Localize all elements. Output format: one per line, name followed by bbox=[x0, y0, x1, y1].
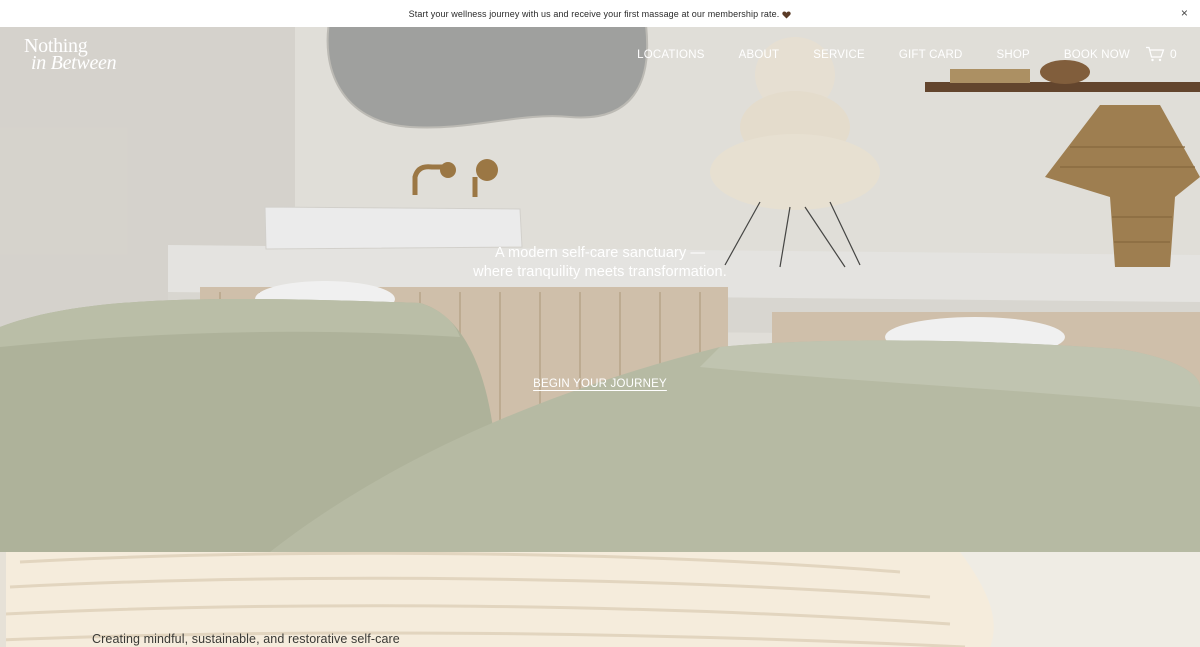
nav-about[interactable]: ABOUT bbox=[739, 49, 780, 61]
nav-service[interactable]: SERVICE bbox=[813, 49, 865, 61]
hero-tagline-line-1: A modern self-care sanctuary — bbox=[494, 245, 706, 261]
heart-icon bbox=[782, 10, 792, 19]
hero-section bbox=[0, 27, 1200, 552]
cart-count: 0 bbox=[1170, 47, 1177, 61]
close-announcement-button[interactable]: × bbox=[1181, 6, 1188, 20]
nav-shop[interactable]: SHOP bbox=[996, 49, 1029, 61]
cart-button[interactable]: 0 bbox=[1145, 46, 1177, 62]
hero-cta: BEGIN YOUR JOURNEY bbox=[0, 374, 1200, 392]
logo-line-2: in Between bbox=[31, 52, 117, 74]
main-nav: LOCATIONS ABOUT SERVICE GIFT CARD SHOP B… bbox=[603, 49, 1130, 61]
site-logo[interactable]: Nothing in Between bbox=[24, 36, 117, 74]
nav-locations[interactable]: LOCATIONS bbox=[637, 49, 704, 61]
announcement-bar: Start your wellness journey with us and … bbox=[0, 0, 1200, 27]
begin-journey-link[interactable]: BEGIN YOUR JOURNEY bbox=[533, 378, 667, 390]
intro-text: Creating mindful, sustainable, and resto… bbox=[92, 632, 400, 646]
announcement-text: Start your wellness journey with us and … bbox=[408, 8, 780, 19]
cart-icon bbox=[1146, 46, 1165, 62]
hero-tagline: A modern self-care sanctuary — where tra… bbox=[0, 244, 1200, 282]
nav-gift-card[interactable]: GIFT CARD bbox=[899, 49, 963, 61]
hero-background-image bbox=[0, 27, 1200, 552]
nav-book-now[interactable]: BOOK NOW bbox=[1064, 49, 1130, 61]
hero-tagline-line-2: where tranquility meets transformation. bbox=[473, 264, 727, 280]
intro-section: Creating mindful, sustainable, and resto… bbox=[0, 552, 1200, 647]
